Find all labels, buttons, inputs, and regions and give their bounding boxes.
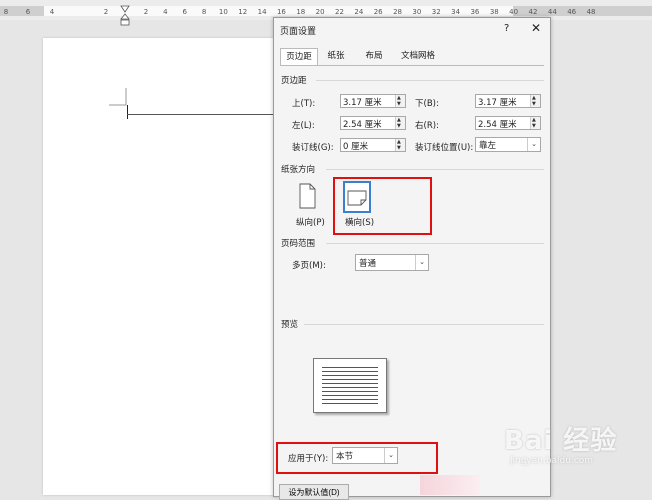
margin-guide-line	[127, 114, 277, 115]
ruler-tick-label: 4	[49, 8, 55, 16]
preview-line	[322, 375, 378, 376]
dialog-titlebar[interactable]: 页面设置 ? ✕	[274, 18, 550, 40]
preview-line	[322, 371, 378, 372]
ruler-tick-label: 6	[25, 8, 31, 16]
ruler-tick-label: 8	[3, 8, 9, 16]
ruler-tick-label: 6	[182, 8, 187, 16]
multiple-pages-label: 多页(M):	[292, 261, 326, 271]
dialog-title: 页面设置	[280, 27, 317, 37]
help-button[interactable]: ?	[504, 23, 509, 34]
decorative-bar	[420, 475, 480, 495]
bottom-margin-input[interactable]: 3.17 厘米 ▲ ▼	[475, 94, 541, 108]
ruler-tick-label: 20	[315, 8, 325, 16]
section-margins: 页边距	[281, 76, 307, 86]
section-divider	[304, 324, 544, 325]
chevron-down-icon: ⌄	[527, 138, 540, 151]
tab-document-grid[interactable]: 文档网格	[396, 48, 440, 65]
indent-marker-icon[interactable]	[120, 4, 130, 26]
preview-line	[322, 403, 378, 404]
ruler-tick-label: 36	[470, 8, 480, 16]
spin-arrows-icon[interactable]: ▲ ▼	[530, 95, 540, 107]
ruler-tick-label: 12	[238, 8, 248, 16]
section-orientation: 纸张方向	[281, 165, 316, 175]
preview-line	[322, 387, 378, 388]
section-divider	[326, 169, 544, 170]
top-margin-input[interactable]: 3.17 厘米 ▲ ▼	[340, 94, 406, 108]
multiple-pages-select[interactable]: 普通 ⌄	[355, 254, 429, 271]
ruler-tick-label: 14	[257, 8, 267, 16]
ruler-tick-label: 30	[412, 8, 422, 16]
text-cursor	[127, 105, 128, 119]
right-margin-label: 右(R):	[415, 121, 439, 131]
ruler-tick-label: 34	[451, 8, 461, 16]
gutter-input[interactable]: 0 厘米 ▲ ▼	[340, 138, 406, 152]
section-divider	[326, 243, 544, 244]
orientation-highlight-box	[333, 177, 432, 235]
multiple-pages-value: 普通	[359, 259, 377, 269]
gutter-position-value: 靠左	[479, 141, 497, 151]
ruler-tick-label: 40	[509, 8, 519, 16]
ruler-tick-label: 44	[547, 8, 557, 16]
gutter-value: 0 厘米	[343, 142, 369, 152]
ruler-tick-label: 8	[201, 8, 207, 16]
gutter-position-select[interactable]: 靠左 ⌄	[475, 137, 541, 152]
watermark-url: jingyan.baidu.com	[510, 456, 594, 466]
spin-arrows-icon[interactable]: ▲ ▼	[395, 139, 405, 151]
right-margin-value: 2.54 厘米	[478, 120, 517, 130]
page-preview	[313, 358, 387, 413]
spin-arrows-icon[interactable]: ▲ ▼	[530, 117, 540, 129]
tab-divider	[280, 65, 544, 66]
section-pages: 页码范围	[281, 239, 316, 249]
right-margin-input[interactable]: 2.54 厘米 ▲ ▼	[475, 116, 541, 130]
portrait-option[interactable]	[292, 179, 320, 211]
bottom-margin-label: 下(B):	[415, 99, 439, 109]
ruler-tick-label: 18	[296, 8, 306, 16]
preview-line	[322, 395, 378, 396]
preview-line	[322, 379, 378, 380]
close-button[interactable]: ✕	[531, 21, 541, 35]
ruler-tick-label: 32	[431, 8, 441, 16]
ruler-tick-label: 24	[354, 8, 364, 16]
preview-line	[322, 367, 378, 368]
section-divider	[316, 80, 544, 81]
ruler-tick-label: 46	[567, 8, 577, 16]
set-as-default-button[interactable]: 设为默认值(D)	[279, 484, 349, 500]
portrait-page-icon	[299, 183, 316, 209]
tab-paper[interactable]: 纸张	[322, 48, 350, 65]
bottom-margin-value: 3.17 厘米	[478, 98, 517, 108]
spin-arrows-icon[interactable]: ▲ ▼	[395, 117, 405, 129]
ruler-tick-label: 48	[586, 8, 596, 16]
spin-arrows-icon[interactable]: ▲ ▼	[395, 95, 405, 107]
gutter-label: 装订线(G):	[292, 143, 334, 153]
ruler-tick-label: 28	[393, 8, 403, 16]
preview-line	[322, 391, 378, 392]
ruler-tick-label: 42	[528, 8, 538, 16]
top-margin-value: 3.17 厘米	[343, 98, 382, 108]
apply-to-highlight-box	[276, 442, 438, 474]
top-margin-label: 上(T):	[292, 99, 316, 109]
ruler-tick-label: 4	[163, 8, 168, 16]
gutter-position-label: 装订线位置(U):	[415, 143, 474, 153]
ruler-tick-label: 26	[373, 8, 383, 16]
preview-line	[322, 383, 378, 384]
portrait-label: 纵向(P)	[296, 218, 325, 228]
section-preview: 预览	[281, 320, 299, 330]
watermark-logo: Bai 经验	[504, 426, 618, 456]
ruler-tick-label: 2	[103, 8, 109, 16]
tab-margins[interactable]: 页边距	[280, 48, 318, 66]
ruler-tick-label: 2	[143, 8, 149, 16]
ruler-tick-label: 38	[489, 8, 499, 16]
tab-layout[interactable]: 布局	[360, 48, 388, 65]
left-margin-value: 2.54 厘米	[343, 120, 382, 130]
chevron-down-icon: ⌄	[415, 255, 428, 270]
left-margin-input[interactable]: 2.54 厘米 ▲ ▼	[340, 116, 406, 130]
ruler-tick-label: 16	[276, 8, 286, 16]
ruler-tick-label: 22	[335, 8, 344, 16]
ruler-tick-label: 10	[218, 8, 228, 16]
left-margin-label: 左(L):	[292, 121, 315, 131]
preview-line	[322, 399, 378, 400]
